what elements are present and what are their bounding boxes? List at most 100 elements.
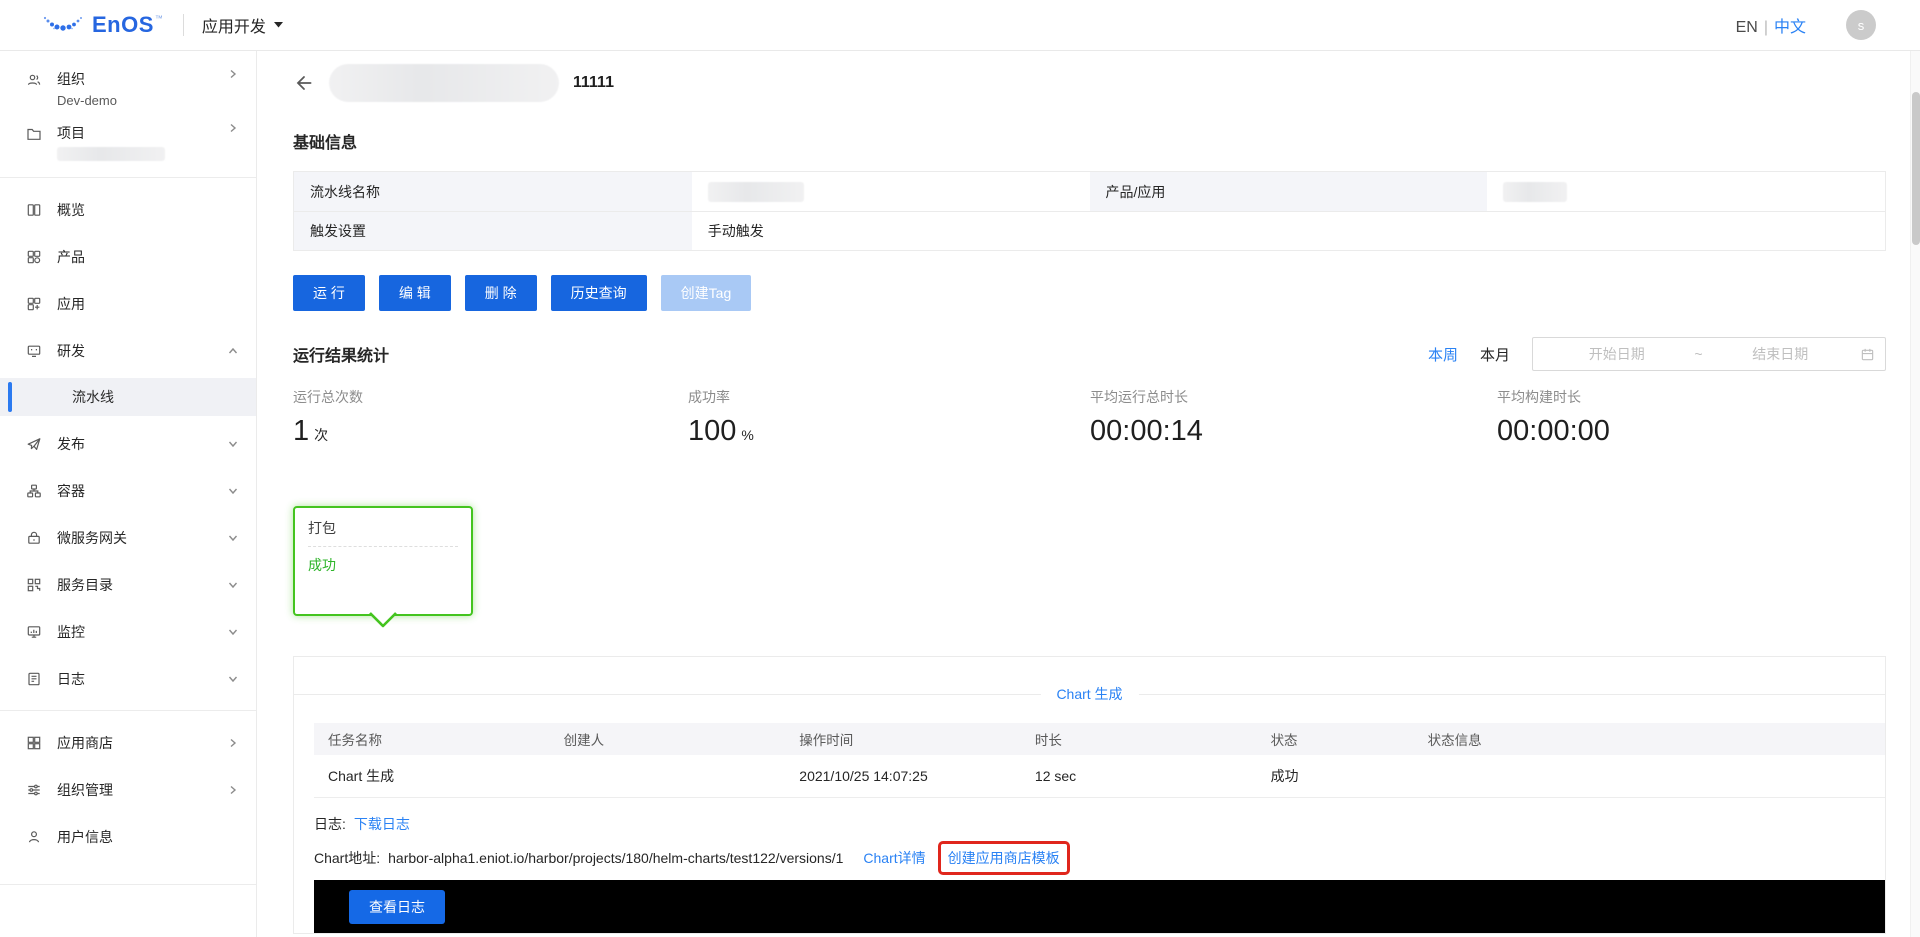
- sidebar-collapse-button[interactable]: [0, 893, 256, 937]
- stats-grid: 运行总次数 1次 成功率 100% 平均运行总时长 00:00:14 平均构建时…: [293, 387, 1886, 448]
- chevron-down-icon: [228, 627, 238, 637]
- topbar: EnOS ™ 应用开发 EN | 中文 s: [0, 0, 1920, 51]
- chevron-down-icon: [228, 674, 238, 684]
- sidebar-item-gateway[interactable]: 微服务网关: [0, 514, 256, 561]
- filter-this-week[interactable]: 本周: [1428, 344, 1458, 365]
- run-button[interactable]: 运 行: [293, 275, 365, 311]
- page-title-redacted: [329, 64, 559, 102]
- sidebar-item-release[interactable]: 发布: [0, 420, 256, 467]
- stat-label: 运行总次数: [293, 389, 363, 405]
- create-store-template-link[interactable]: 创建应用商店模板: [948, 850, 1060, 866]
- sidebar-divider: [0, 177, 256, 178]
- create-tag-button[interactable]: 创建Tag: [660, 275, 752, 311]
- chart-address-label: Chart地址:: [314, 850, 381, 866]
- chevron-right-icon: [228, 69, 238, 79]
- sidebar-item-project[interactable]: 项目: [0, 115, 256, 169]
- chevron-right-icon: [228, 123, 238, 133]
- col-duration: 时长: [1034, 733, 1062, 748]
- enos-logo[interactable]: EnOS ™: [42, 10, 163, 40]
- lang-zh[interactable]: 中文: [1774, 19, 1806, 36]
- chevron-down-icon: [228, 486, 238, 496]
- lang-en[interactable]: EN: [1736, 19, 1758, 36]
- sidebar-item-overview[interactable]: 概览: [0, 186, 256, 233]
- product-app-value: [1487, 172, 1885, 211]
- col-creator: 创建人: [563, 733, 605, 748]
- page-title: 11111: [573, 74, 614, 91]
- catalog-label: 服务目录: [57, 576, 113, 593]
- date-range-picker[interactable]: 开始日期 ~ 结束日期: [1532, 337, 1886, 371]
- back-arrow-icon[interactable]: [293, 73, 315, 93]
- basic-info-title: 基础信息: [293, 135, 358, 152]
- release-plane-icon: [26, 436, 42, 452]
- edit-button[interactable]: 编 辑: [378, 275, 451, 311]
- product-app-redacted: [1503, 181, 1568, 202]
- app-switcher-dropdown[interactable]: 应用开发: [202, 13, 283, 37]
- stat-label: 平均构建时长: [1497, 389, 1581, 405]
- org-mgmt-sliders-icon: [26, 782, 42, 798]
- org-mgmt-label: 组织管理: [57, 781, 113, 798]
- sidebar-item-pipeline-active[interactable]: 流水线: [0, 378, 256, 416]
- col-task-name: 任务名称: [328, 733, 382, 748]
- sidebar-item-log[interactable]: 日志: [0, 655, 256, 702]
- main-content: 11111 基础信息 流水线名称 产品/应用 触发设置 手动触发 运 行 编 辑…: [257, 51, 1920, 937]
- brand-trademark: ™: [154, 14, 163, 23]
- cell-status: 成功: [1270, 768, 1299, 784]
- stat-value: 100: [688, 415, 737, 447]
- sidebar-item-user-info[interactable]: 用户信息: [0, 813, 256, 860]
- download-log-link[interactable]: 下载日志: [354, 814, 410, 834]
- language-switcher: EN | 中文: [1736, 13, 1806, 37]
- sidebar-item-monitor[interactable]: 监控: [0, 608, 256, 655]
- stat-label: 成功率: [688, 389, 730, 405]
- filter-this-month[interactable]: 本月: [1480, 344, 1510, 365]
- delete-button[interactable]: 删 除: [464, 275, 537, 311]
- page-header: 11111: [293, 63, 1886, 103]
- avatar[interactable]: s: [1846, 10, 1876, 40]
- sidebar-item-container[interactable]: 容器: [0, 467, 256, 514]
- org-users-icon: [26, 72, 42, 88]
- chevron-up-icon: [228, 346, 238, 356]
- log-doc-icon: [26, 671, 42, 687]
- stage-card-package[interactable]: 打包 成功: [293, 506, 473, 616]
- stat-success-rate: 成功率 100%: [688, 387, 1090, 448]
- project-value-redacted: [57, 147, 165, 161]
- sidebar-divider: [0, 710, 256, 711]
- sidebar-item-app[interactable]: 应用: [0, 280, 256, 327]
- app-switcher-label: 应用开发: [201, 19, 266, 36]
- sidebar-item-product[interactable]: 产品: [0, 233, 256, 280]
- date-separator: ~: [1694, 346, 1703, 362]
- topbar-right: EN | 中文 s: [1736, 10, 1876, 40]
- product-label: 产品: [57, 248, 85, 265]
- brand-name: EnOS: [92, 12, 154, 37]
- stage-status: 成功: [308, 557, 336, 573]
- monitor-label: 监控: [57, 623, 85, 640]
- avatar-initial: s: [1857, 17, 1865, 33]
- view-log-button[interactable]: 查看日志: [349, 889, 445, 924]
- stat-unit: 次: [314, 427, 329, 443]
- vertical-scrollbar[interactable]: [1910, 51, 1920, 937]
- sidebar-item-catalog[interactable]: 服务目录: [0, 561, 256, 608]
- stats-filters: 本周 本月 开始日期 ~ 结束日期: [1428, 337, 1886, 371]
- log-label: 日志: [57, 670, 85, 687]
- tab-chart-generate[interactable]: Chart 生成: [1040, 684, 1139, 704]
- stat-value: 00:00:00: [1497, 415, 1610, 447]
- pipeline-name-label: 流水线名称: [294, 172, 692, 211]
- stat-avg-run-duration: 平均运行总时长 00:00:14: [1090, 387, 1497, 448]
- history-button[interactable]: 历史查询: [550, 275, 647, 311]
- enos-swoosh-icon: [42, 10, 84, 36]
- sidebar-item-dev[interactable]: 研发: [0, 327, 256, 374]
- pipeline-name-redacted: [707, 181, 804, 202]
- lang-separator: |: [1763, 19, 1768, 36]
- overview-icon: [26, 202, 42, 218]
- sidebar-item-appstore[interactable]: 应用商店: [0, 719, 256, 766]
- topbar-divider: [182, 14, 184, 36]
- log-label: 日志:: [314, 816, 346, 832]
- monitor-icon: [26, 624, 42, 640]
- chart-detail-link[interactable]: Chart详情: [863, 848, 925, 868]
- sidebar-item-org-mgmt[interactable]: 组织管理: [0, 766, 256, 813]
- pipeline-stage: 打包 成功: [293, 506, 473, 628]
- scrollbar-thumb[interactable]: [1912, 92, 1920, 245]
- project-folder-icon: [26, 126, 42, 142]
- chevron-down-icon: [228, 580, 238, 590]
- overview-label: 概览: [57, 201, 85, 218]
- sidebar-item-org[interactable]: 组织 Dev-demo: [0, 61, 256, 115]
